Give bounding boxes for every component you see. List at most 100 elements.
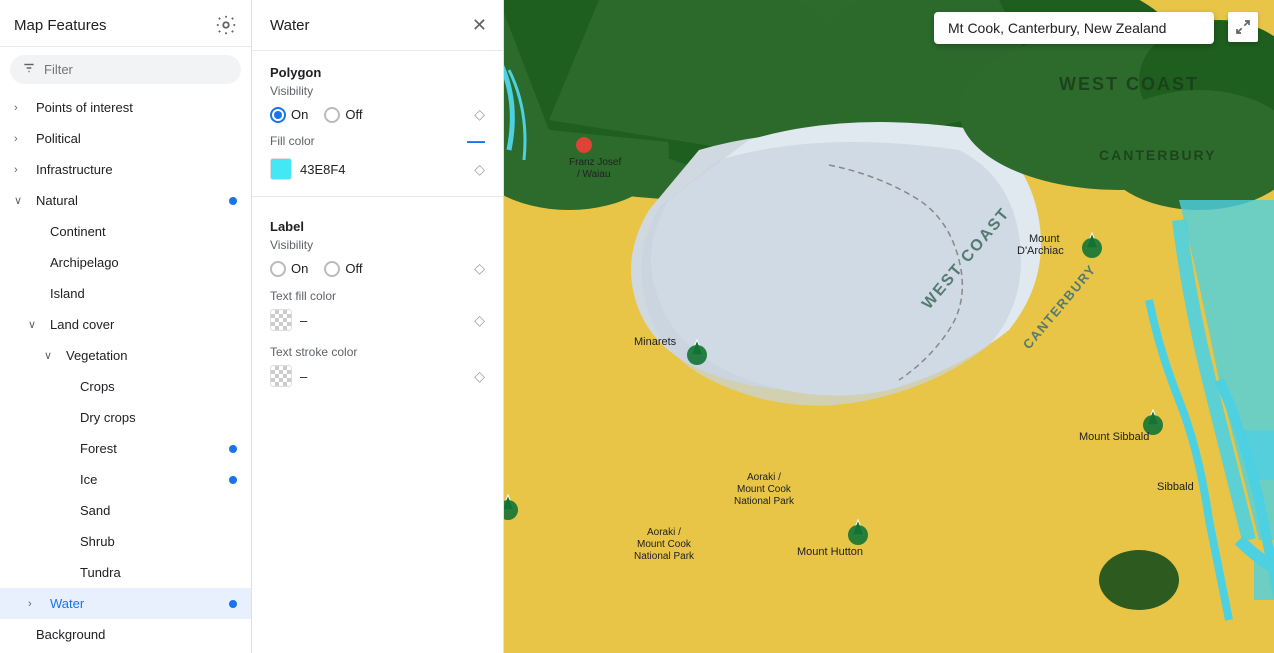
map-search-value: Mt Cook, Canterbury, New Zealand [948, 20, 1166, 36]
svg-text:D'Archiac: D'Archiac [1017, 245, 1064, 257]
svg-text:/ Waiau: / Waiau [577, 169, 611, 180]
polygon-on-radio[interactable]: On [270, 107, 308, 123]
label-on-label: On [291, 261, 308, 276]
divider-1 [252, 196, 503, 197]
nav-item-label: Natural [36, 193, 78, 208]
map-panel: WEST COAST CANTERBURY WEST COAST CANTERB… [504, 0, 1274, 653]
label-visibility-radio: On Off ◇ [252, 254, 503, 283]
fullscreen-button[interactable] [1228, 12, 1258, 42]
label-visibility-label: Visibility [252, 238, 503, 252]
nav-item-crops[interactable]: Crops [0, 371, 251, 402]
label-off-radio[interactable]: Off [324, 261, 362, 277]
map-svg: WEST COAST CANTERBURY WEST COAST CANTERB… [504, 0, 1274, 653]
fill-color-diamond[interactable]: ◇ [474, 161, 485, 178]
nav-item-label: Continent [50, 224, 106, 239]
left-header: Map Features [0, 0, 251, 47]
svg-text:Mount Hutton: Mount Hutton [797, 546, 863, 558]
nav-item-label: Tundra [80, 565, 121, 580]
polygon-off-circle [324, 107, 340, 123]
polygon-off-label: Off [345, 107, 362, 122]
nav-item-water[interactable]: › Water [0, 588, 251, 619]
fill-color-row: 43E8F4 ◇ [252, 154, 503, 188]
svg-text:Aoraki /: Aoraki / [747, 472, 781, 483]
text-fill-color-swatch[interactable] [270, 309, 292, 331]
nav-item-sand[interactable]: Sand [0, 495, 251, 526]
filter-icon [22, 61, 36, 78]
nav-item-land-cover[interactable]: ∨ Land cover [0, 309, 251, 340]
svg-text:Mount Sibbald: Mount Sibbald [1079, 431, 1149, 443]
chevron-right-icon: › [14, 164, 28, 176]
nav-item-forest[interactable]: Forest [0, 433, 251, 464]
text-stroke-color-diamond[interactable]: ◇ [474, 368, 485, 385]
nav-item-label: Political [36, 131, 81, 146]
left-panel-title: Map Features [14, 17, 107, 34]
nav-item-label: Infrastructure [36, 162, 113, 177]
map-search-bar[interactable]: Mt Cook, Canterbury, New Zealand [934, 12, 1214, 44]
middle-header: Water ✕ [252, 0, 503, 51]
nav-item-label: Shrub [80, 534, 115, 549]
fill-color-swatch[interactable] [270, 158, 292, 180]
text-stroke-color-label: Text stroke color [252, 345, 503, 359]
nav-item-shrub[interactable]: Shrub [0, 526, 251, 557]
nav-item-label: Vegetation [66, 348, 127, 363]
svg-text:Franz Josef: Franz Josef [569, 157, 621, 168]
nav-item-island[interactable]: Island [0, 278, 251, 309]
nav-item-label: Archipelago [50, 255, 119, 270]
nav-item-label: Points of interest [36, 100, 133, 115]
modified-dot [229, 445, 237, 453]
settings-icon[interactable] [215, 14, 237, 36]
nav-item-label: Water [50, 596, 84, 611]
svg-text:National Park: National Park [634, 551, 695, 562]
label-section-label: Label [252, 205, 503, 238]
label-on-circle [270, 261, 286, 277]
nav-item-label: Island [50, 286, 85, 301]
svg-text:Mount: Mount [1029, 233, 1060, 245]
nav-item-label: Sand [80, 503, 110, 518]
nav-item-tundra[interactable]: Tundra [0, 557, 251, 588]
nav-item-continent[interactable]: Continent [0, 216, 251, 247]
text-stroke-color-row: – ◇ [252, 361, 503, 395]
label-on-radio[interactable]: On [270, 261, 308, 277]
middle-panel-title: Water [270, 17, 309, 34]
nav-list: ›Points of interest›Political›Infrastruc… [0, 92, 251, 650]
polygon-off-radio[interactable]: Off [324, 107, 362, 123]
modified-dot [229, 197, 237, 205]
nav-item-dry-crops[interactable]: Dry crops [0, 402, 251, 433]
text-stroke-color-swatch[interactable] [270, 365, 292, 387]
polygon-visibility-diamond[interactable]: ◇ [474, 106, 485, 123]
close-button[interactable]: ✕ [470, 14, 489, 36]
text-fill-color-diamond[interactable]: ◇ [474, 312, 485, 329]
chevron-right-icon: › [28, 598, 42, 610]
nav-item-natural[interactable]: ∨Natural [0, 185, 251, 216]
chevron-down-icon: ∨ [44, 349, 58, 362]
nav-item-points-of-interest[interactable]: ›Points of interest [0, 92, 251, 123]
text-stroke-color-value: – [300, 369, 466, 384]
nav-item-infrastructure[interactable]: › Infrastructure [0, 154, 251, 185]
chevron-down-icon: ∨ [28, 318, 42, 331]
middle-panel: Water ✕ Polygon Visibility On Off ◇ Fill… [252, 0, 504, 653]
nav-item-archipelago[interactable]: Archipelago [0, 247, 251, 278]
svg-text:WEST COAST: WEST COAST [1059, 74, 1199, 94]
filter-bar[interactable] [10, 55, 241, 84]
nav-item-background[interactable]: Background [0, 619, 251, 650]
filter-input[interactable] [44, 62, 229, 77]
nav-item-vegetation[interactable]: ∨ Vegetation [0, 340, 251, 371]
nav-item-label: Land cover [50, 317, 114, 332]
nav-item-label: Crops [80, 379, 115, 394]
fill-color-minus-icon[interactable]: — [467, 131, 485, 152]
chevron-right-icon: › [14, 133, 28, 145]
polygon-section-label: Polygon [252, 51, 503, 84]
svg-text:Sibbald: Sibbald [1157, 481, 1194, 493]
nav-item-label: Dry crops [80, 410, 136, 425]
modified-dot [229, 476, 237, 484]
svg-text:Minarets: Minarets [634, 336, 677, 348]
nav-item-label: Forest [80, 441, 117, 456]
polygon-on-label: On [291, 107, 308, 122]
nav-item-political[interactable]: › Political [0, 123, 251, 154]
text-fill-color-label: Text fill color [252, 289, 503, 303]
polygon-visibility-label: Visibility [252, 84, 503, 98]
nav-item-ice[interactable]: Ice [0, 464, 251, 495]
label-visibility-diamond[interactable]: ◇ [474, 260, 485, 277]
text-fill-color-row: – ◇ [252, 305, 503, 339]
left-panel: Map Features ›Points of interest›Politic… [0, 0, 252, 653]
